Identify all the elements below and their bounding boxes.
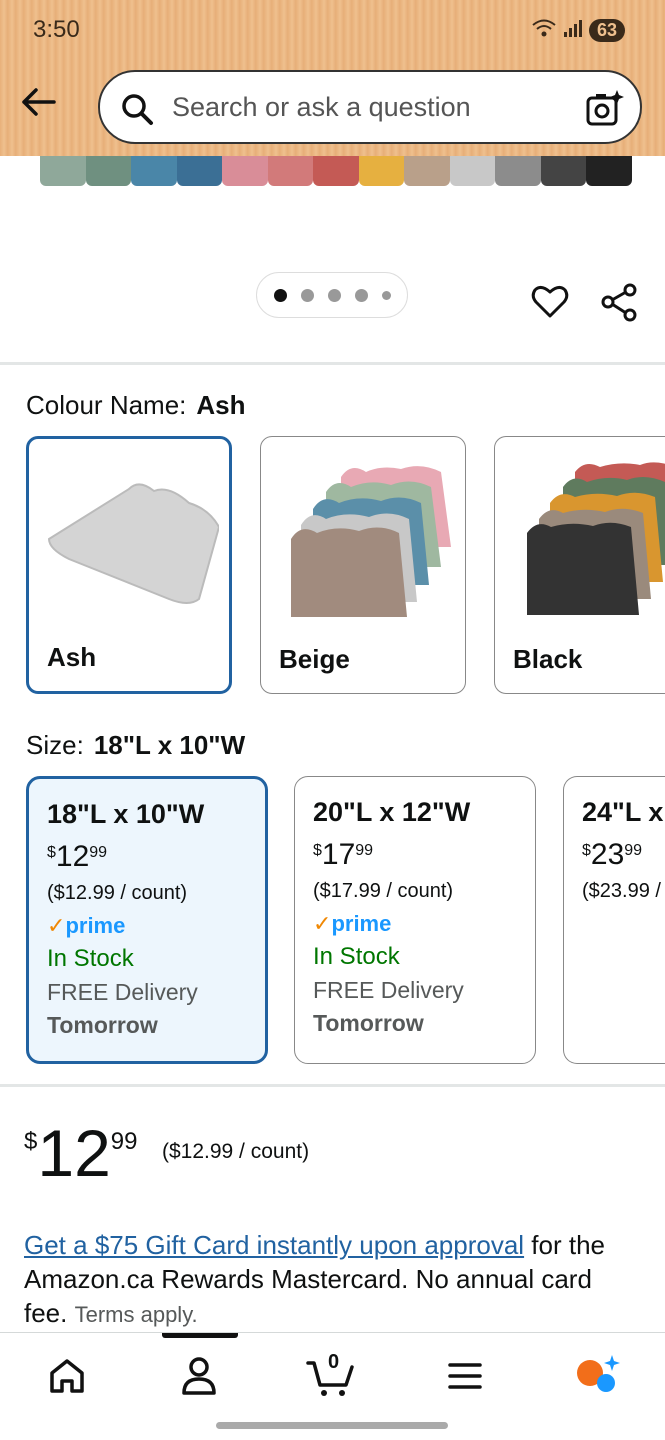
colour-label-row: Colour Name: Ash	[26, 390, 246, 421]
status-time: 3:50	[33, 16, 80, 43]
arrow-left-icon	[22, 88, 56, 116]
stock-status: In Stock	[47, 945, 134, 972]
nav-active-indicator	[162, 1333, 238, 1338]
menu-icon[interactable]	[440, 1351, 490, 1401]
home-icon[interactable]	[42, 1351, 92, 1401]
size-selected: 18"L x 10"W	[93, 730, 246, 760]
product-image[interactable]	[40, 156, 632, 190]
gesture-bar	[216, 1422, 448, 1429]
carousel-indicator[interactable]	[256, 272, 408, 318]
size-label-row: Size: 18"L x 10"W	[26, 730, 245, 761]
colour-option-label: Black	[513, 644, 583, 674]
search-input[interactable]: Search or ask a question	[98, 70, 642, 144]
stock-status: In Stock	[313, 943, 400, 970]
search-icon	[122, 94, 153, 125]
promo-text: Get a $75 Gift Card instantly upon appro…	[24, 1230, 606, 1328]
beige-placemat-image	[291, 466, 451, 617]
size-label: Size:	[26, 730, 84, 760]
colour-selected: Ash	[196, 390, 246, 420]
ash-placemat-image	[47, 483, 219, 604]
carousel-dot	[273, 288, 287, 302]
carousel-dot	[300, 288, 314, 302]
cart-button[interactable]: 0	[306, 1351, 356, 1401]
size-price: $2399	[582, 838, 643, 871]
price-per-count: ($12.99 / count)	[162, 1140, 310, 1163]
carousel-dot	[381, 290, 391, 300]
battery-indicator: 63	[588, 19, 625, 42]
prime-check-icon: ✓	[47, 913, 66, 938]
bottom-nav: 0	[0, 1332, 665, 1416]
size-title: 24"L x	[582, 797, 664, 827]
divider	[0, 1084, 665, 1087]
price: $12 99	[24, 1116, 138, 1190]
terms-text: Terms apply.	[74, 1302, 198, 1327]
colour-option-label: Ash	[47, 642, 97, 672]
heart-icon[interactable]	[530, 282, 570, 322]
size-title: 18"L x 10"W	[47, 799, 205, 829]
prime-check-icon: ✓	[313, 911, 332, 936]
size-unit-price: ($23.99 /	[582, 880, 661, 902]
delivery-text: FREE Delivery	[47, 979, 198, 1005]
search-placeholder: Search or ask a question	[172, 92, 471, 122]
delivery-date: Tomorrow	[313, 1010, 424, 1036]
size-title: 20"L x 12"W	[313, 797, 471, 827]
colour-label: Colour Name:	[26, 390, 187, 420]
carousel-dot	[327, 288, 341, 302]
prime-badge: ✓prime	[313, 911, 392, 936]
colour-option-black[interactable]: Black	[494, 436, 665, 694]
colour-option-beige[interactable]: Beige	[260, 436, 466, 694]
status-icons: 63	[531, 18, 625, 43]
size-option-20x12[interactable]: 20"L x 12"W $1799 ($17.99 / count) ✓prim…	[294, 776, 536, 1064]
size-option-18x10[interactable]: 18"L x 10"W $1299 ($12.99 / count) ✓prim…	[26, 776, 268, 1064]
colour-option-ash[interactable]: Ash	[26, 436, 232, 694]
size-price: $1799	[313, 838, 374, 871]
signal-icon	[563, 18, 583, 43]
header: 3:50 63 Search or ask a question	[0, 0, 665, 156]
prime-badge: ✓prime	[47, 913, 126, 938]
delivery-text: FREE Delivery	[313, 977, 464, 1003]
colour-option-label: Beige	[279, 644, 350, 674]
black-placemat-image	[527, 462, 665, 615]
back-button[interactable]	[18, 82, 58, 122]
gift-card-link[interactable]: Get a $75 Gift Card instantly upon appro…	[24, 1230, 524, 1260]
size-price: $1299	[47, 840, 108, 873]
size-unit-price: ($12.99 / count)	[47, 882, 188, 904]
account-icon[interactable]	[174, 1351, 224, 1401]
share-icon[interactable]	[600, 282, 640, 322]
divider	[0, 362, 665, 365]
size-unit-price: ($17.99 / count)	[313, 880, 454, 902]
wifi-icon	[531, 18, 557, 43]
cart-count: 0	[328, 1351, 340, 1373]
rufus-assistant-icon[interactable]	[572, 1351, 622, 1401]
camera-search-icon[interactable]	[584, 88, 624, 128]
delivery-date: Tomorrow	[47, 1012, 158, 1038]
size-option-24[interactable]: 24"L x $2399 ($23.99 /	[563, 776, 665, 1064]
carousel-dot	[354, 288, 368, 302]
